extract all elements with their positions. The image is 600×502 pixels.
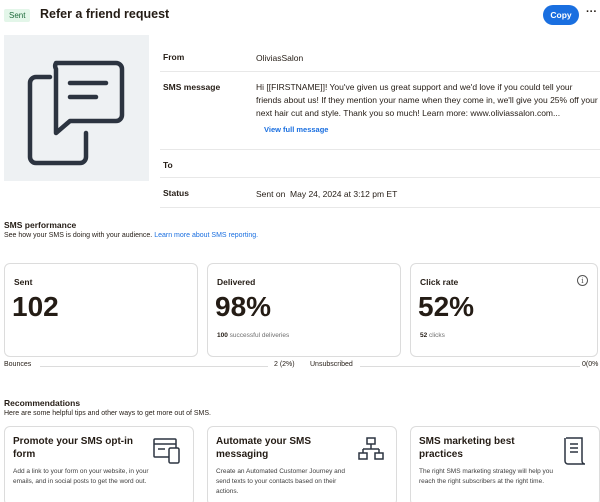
sms-message-row: SMS message Hi [[FIRSTNAME]]! You've giv… <box>160 72 600 150</box>
from-value: OliviasSalon <box>256 53 304 63</box>
click-rate-card: Click rate i 52% 52 clicks <box>410 263 598 357</box>
flowchart-icon <box>358 437 384 460</box>
recommendations-desc: Here are some helpful tips and other way… <box>4 410 211 417</box>
click-count: 52 <box>420 332 428 339</box>
click-rate-card-value: 52% <box>418 291 475 322</box>
from-row: From OliviasSalon <box>160 44 600 72</box>
info-icon[interactable]: i <box>577 275 588 286</box>
sent-card-value: 102 <box>12 291 59 322</box>
click-rate-card-label: Click rate <box>420 277 459 287</box>
view-full-message-link[interactable]: View full message <box>264 123 600 136</box>
click-sub-text: clicks <box>429 332 445 339</box>
bounces-divider <box>40 366 268 367</box>
sms-performance-desc: See how your SMS is doing with your audi… <box>4 232 258 239</box>
copy-button[interactable]: Copy <box>543 5 579 25</box>
rec-card-title: SMS marketing best practices <box>419 436 515 460</box>
unsubscribed-value: 0(0% <box>582 361 599 368</box>
rec-card-text: Create an Automated Customer Journey and… <box>216 468 345 495</box>
delivered-card-sub: 100 successful deliveries <box>217 332 289 339</box>
rec-card-text: The right SMS marketing strategy will he… <box>419 468 554 485</box>
document-icon <box>564 437 586 465</box>
delivered-sub-text: successful deliveries <box>229 332 290 339</box>
status-label: Status <box>163 188 189 198</box>
rec-card-text: Add a link to your form on your website,… <box>13 468 149 485</box>
sent-card-label: Sent <box>14 277 33 287</box>
click-rate-card-sub: 52 clicks <box>420 332 445 339</box>
sent-card: Sent 102 <box>4 263 198 357</box>
rec-card-promote-form[interactable]: Promote your SMS opt-in form Add a link … <box>4 426 194 502</box>
delivered-card: Delivered 98% 100 successful deliveries <box>207 263 401 357</box>
sms-preview-thumbnail <box>4 35 149 181</box>
delivered-card-value: 98% <box>215 291 272 322</box>
to-label: To <box>163 160 173 170</box>
rec-card-best-practices[interactable]: SMS marketing best practices The right S… <box>410 426 600 502</box>
phone-message-icon <box>27 60 125 166</box>
status-badge: Sent <box>4 9 31 22</box>
unsubscribed-divider <box>360 366 580 367</box>
sms-message-value: Hi [[FIRSTNAME]]! You've given us great … <box>256 81 600 136</box>
from-label: From <box>163 52 185 62</box>
rec-card-title: Promote your SMS opt-in form <box>13 436 133 460</box>
page-title: Refer a friend request <box>40 7 170 21</box>
recommendations-heading: Recommendations <box>4 398 81 408</box>
sms-reporting-link[interactable]: Learn more about SMS reporting. <box>154 232 258 239</box>
bounces-label: Bounces <box>4 361 32 368</box>
status-row: Status Sent on May 24, 2024 at 3:12 pm E… <box>160 178 600 208</box>
delivered-count: 100 <box>217 332 228 339</box>
delivered-card-label: Delivered <box>217 277 256 287</box>
sms-performance-desc-text: See how your SMS is doing with your audi… <box>4 232 153 239</box>
sms-performance-heading: SMS performance <box>4 220 77 230</box>
bounces-value: 2 (2%) <box>274 361 295 368</box>
rec-card-automate[interactable]: Automate your SMS messaging Create an Au… <box>207 426 397 502</box>
sms-message-label: SMS message <box>163 82 221 92</box>
to-row: To <box>160 150 600 178</box>
header: Sent Refer a friend request Copy ··· <box>0 0 600 32</box>
rec-card-title: Automate your SMS messaging <box>216 436 312 460</box>
more-options-icon[interactable]: ··· <box>586 6 597 18</box>
form-devices-icon <box>153 438 180 464</box>
status-value: Sent on May 24, 2024 at 3:12 pm ET <box>256 189 398 199</box>
sms-message-text: Hi [[FIRSTNAME]]! You've given us great … <box>256 82 598 118</box>
unsubscribed-label: Unsubscribed <box>310 361 353 368</box>
